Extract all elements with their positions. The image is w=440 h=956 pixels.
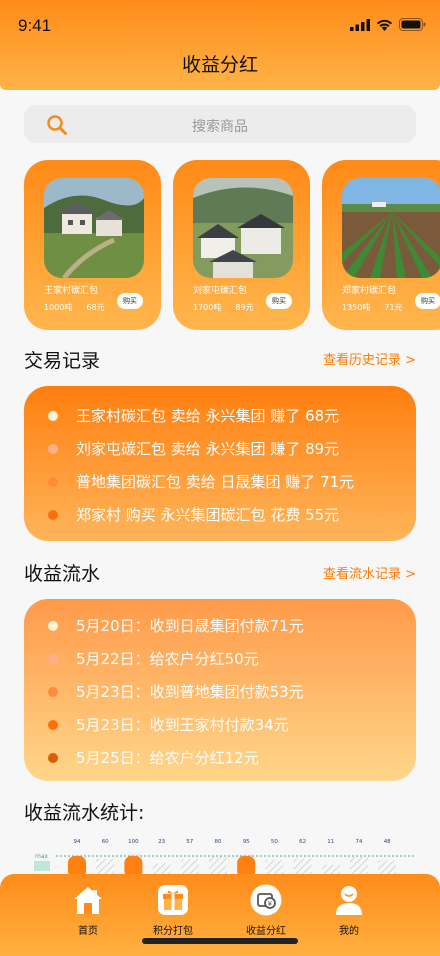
revenue-chart: max 94 60 100 23 57 80 95 50 62 11 74 48 [24, 834, 416, 878]
data-label: 23 [158, 839, 165, 845]
trade-text: 刘家屯碳汇包 卖给 永兴集团 赚了 89元 [76, 440, 340, 458]
flow-text: 5月20日：收到日晟集团付款71元 [76, 617, 304, 635]
data-label: 74 [356, 839, 363, 845]
list-item: 郑家村 购买 永兴集团碳汇包 花费 55元 [48, 504, 339, 525]
product-price: 71元 [384, 303, 403, 312]
data-label: 62 [299, 839, 306, 845]
data-label: 48 [384, 839, 391, 845]
product-card[interactable]: 郑家村碳汇包 1350吨 71元 购买 [322, 160, 440, 330]
product-price: 89元 [235, 303, 254, 312]
list-item: 王家村碳汇包 卖给 永兴集团 赚了 68元 [48, 405, 339, 426]
list-item: 5月25日：给农户分红12元 [48, 747, 259, 768]
wifi-icon [377, 19, 392, 31]
product-card[interactable]: 王家村碳汇包 1000吨 68元 购买 [24, 160, 161, 330]
bullet-dot [48, 752, 58, 763]
tab-label: 我的 [339, 926, 359, 937]
data-label: 60 [102, 839, 109, 845]
tab-label: 首页 [78, 926, 98, 937]
flow-text: 5月22日：给农户分红50元 [76, 650, 259, 668]
tab-mine[interactable]: 我的 [309, 884, 389, 937]
user-icon [336, 886, 362, 915]
bullet-dot [48, 686, 58, 697]
flow-title: 收益流水 [24, 563, 101, 585]
bullet-dot [48, 443, 58, 454]
header: 9:41 收益分红 [0, 0, 440, 90]
product-name: 刘家屯碳汇包 [193, 286, 248, 296]
product-amount: 1350吨 [342, 303, 371, 312]
package-icon [158, 885, 188, 915]
flow-text: 5月23日：收到普地集团付款53元 [76, 683, 304, 701]
tab-label: 积分打包 [153, 926, 193, 937]
product-image [342, 178, 440, 278]
data-label: 57 [186, 839, 193, 845]
bullet-dot [48, 719, 58, 730]
list-item: 刘家屯碳汇包 卖给 永兴集团 赚了 89元 [48, 438, 339, 459]
tab-dividend[interactable]: ¥ 收益分红 [226, 884, 306, 937]
status-time: 9:41 [18, 16, 52, 35]
flow-text: 5月25日：给农户分红12元 [76, 749, 259, 767]
buy-button[interactable]: 购买 [117, 293, 143, 309]
product-image [44, 178, 144, 278]
flow-history-link[interactable]: 查看流水记录 > [323, 563, 416, 582]
max-marker [34, 861, 50, 871]
product-card[interactable]: 刘家屯碳汇包 1700吨 89元 购买 [173, 160, 310, 330]
bullet-dot [48, 476, 58, 487]
list-item: 5月22日：给农户分红50元 [48, 648, 259, 669]
search-input[interactable]: 搜索商品 [24, 116, 416, 136]
data-label: 95 [243, 839, 250, 845]
home-icon [74, 887, 102, 914]
product-carousel[interactable]: 王家村碳汇包 1000吨 68元 购买 刘家屯碳汇包 1700吨 89元 购买 [24, 160, 440, 332]
list-item: 5月23日：收到王家村付款34元 [48, 714, 289, 735]
product-name: 王家村碳汇包 [44, 286, 99, 296]
tab-package[interactable]: 积分打包 [133, 884, 213, 937]
chart-canvas: max 94 60 100 23 57 80 95 50 62 11 74 48 [34, 839, 416, 878]
buy-button[interactable]: 购买 [415, 293, 440, 309]
product-name: 郑家村碳汇包 [342, 286, 397, 296]
data-label: 50 [271, 839, 278, 845]
data-label: 11 [327, 839, 334, 845]
svg-text:¥: ¥ [268, 900, 273, 908]
trade-text: 普地集团碳汇包 卖给 日晟集团 赚了 71元 [76, 473, 355, 491]
data-label: 80 [215, 839, 222, 845]
trades-history-link[interactable]: 查看历史记录 > [323, 349, 416, 368]
search-bar[interactable]: 搜索商品 [24, 105, 416, 143]
flow-text: 5月23日：收到王家村付款34元 [76, 716, 289, 734]
tab-label: 收益分红 [246, 926, 286, 937]
trade-text: 王家村碳汇包 卖给 永兴集团 赚了 68元 [76, 407, 340, 425]
product-price: 68元 [86, 303, 105, 312]
signal-icon [350, 18, 370, 31]
bullet-dot [48, 653, 58, 664]
trades-title: 交易记录 [24, 350, 101, 372]
data-label: 94 [74, 839, 81, 845]
home-indicator [142, 938, 298, 944]
list-item: 普地集团碳汇包 卖给 日晟集团 赚了 71元 [48, 471, 354, 492]
product-image [193, 178, 293, 278]
stats-title: 收益流水统计: [24, 802, 145, 824]
buy-button[interactable]: 购买 [266, 293, 292, 309]
bullet-dot [48, 410, 58, 421]
product-amount: 1000吨 [44, 303, 73, 312]
data-label: 100 [128, 839, 139, 845]
max-label: max [35, 853, 49, 860]
tab-home[interactable]: 首页 [48, 884, 128, 937]
battery-icon [399, 18, 426, 31]
list-item: 5月23日：收到普地集团付款53元 [48, 681, 304, 702]
bullet-dot [48, 620, 58, 631]
list-item: 5月20日：收到日晟集团付款71元 [48, 615, 304, 636]
product-amount: 1700吨 [193, 303, 222, 312]
page-title: 收益分红 [181, 54, 258, 76]
trade-text: 郑家村 购买 永兴集团碳汇包 花费 55元 [76, 506, 340, 524]
dividend-icon: ¥ [250, 884, 282, 916]
status-icons [350, 18, 426, 31]
bullet-dot [48, 509, 58, 520]
